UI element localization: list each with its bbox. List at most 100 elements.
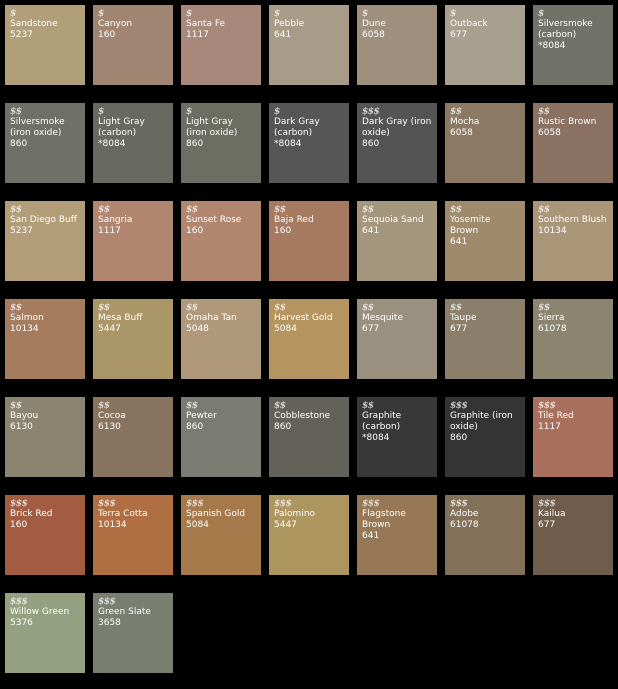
swatch-color-code: 641 — [274, 30, 292, 40]
price-tier-label: $$ — [274, 401, 286, 411]
color-swatch[interactable]: $$ Graphite (carbon) *8084 — [357, 397, 437, 477]
color-swatch[interactable]: $$ Mesa Buff 5447 — [93, 299, 173, 379]
price-tier-label: $$$ — [538, 499, 556, 509]
price-tier-label: $$ — [10, 107, 22, 117]
color-swatch[interactable]: $$ Sequoia Sand 641 — [357, 201, 437, 281]
swatch-color-code: 860 — [362, 139, 380, 149]
color-swatch[interactable]: $ Silversmoke (carbon) *8084 — [533, 5, 613, 85]
color-swatch[interactable]: $$ Mocha 6058 — [445, 103, 525, 183]
color-swatch[interactable]: $$$ Brick Red 160 — [5, 495, 85, 575]
swatch-color-name: Tile Red — [538, 411, 574, 421]
color-swatch[interactable]: $$ Pewter 860 — [181, 397, 261, 477]
color-swatch[interactable]: $$ Salmon 10134 — [5, 299, 85, 379]
swatch-color-name: Palomino — [274, 509, 316, 519]
color-swatch[interactable]: $$ Cobblestone 860 — [269, 397, 349, 477]
swatch-color-code: 6058 — [450, 128, 473, 138]
price-tier-label: $ — [186, 9, 192, 19]
color-swatch[interactable]: $$$ Dark Gray (iron oxide) 860 — [357, 103, 437, 183]
color-swatch[interactable]: $ Santa Fe 1117 — [181, 5, 261, 85]
swatch-color-code: 860 — [274, 422, 292, 432]
swatch-color-name: Yosemite Brown — [450, 215, 491, 236]
color-swatch[interactable]: $$ Sangria 1117 — [93, 201, 173, 281]
color-swatch[interactable]: $ Dune 6058 — [357, 5, 437, 85]
color-swatch[interactable]: $$$ Spanish Gold 5084 — [181, 495, 261, 575]
swatch-color-code: 6058 — [538, 128, 561, 138]
price-tier-label: $$$ — [186, 499, 204, 509]
swatch-color-name: Sequoia Sand — [362, 215, 424, 225]
color-swatch[interactable]: $$ Sierra 61078 — [533, 299, 613, 379]
color-swatch[interactable]: $$$ Palomino 5447 — [269, 495, 349, 575]
price-tier-label: $$ — [450, 303, 462, 313]
swatch-color-name: Sandstone — [10, 19, 58, 29]
swatch-color-code: 677 — [538, 520, 556, 530]
price-tier-label: $$ — [538, 107, 550, 117]
swatch-color-code: 5237 — [10, 226, 33, 236]
swatch-color-code: 160 — [186, 226, 204, 236]
color-swatch[interactable]: $ Outback 677 — [445, 5, 525, 85]
swatch-color-name: Cobblestone — [274, 411, 331, 421]
color-swatch[interactable]: $ Sandstone 5237 — [5, 5, 85, 85]
swatch-color-code: 677 — [450, 30, 468, 40]
color-swatch[interactable]: $$ Sunset Rose 160 — [181, 201, 261, 281]
color-swatch[interactable]: $$ Mesquite 677 — [357, 299, 437, 379]
swatch-color-code: 1117 — [538, 422, 561, 432]
color-swatch[interactable]: $$ Taupe 677 — [445, 299, 525, 379]
swatch-color-name: Green Slate — [98, 607, 151, 617]
price-tier-label: $$$ — [538, 401, 556, 411]
color-swatch[interactable]: $$$ Willow Green 5376 — [5, 593, 85, 673]
color-swatch[interactable]: $$$ Green Slate 3658 — [93, 593, 173, 673]
color-swatch[interactable]: $$ Cocoa 6130 — [93, 397, 173, 477]
swatch-color-name: Taupe — [450, 313, 477, 323]
swatch-color-name: San Diego Buff — [10, 215, 77, 225]
price-tier-label: $$ — [186, 205, 198, 215]
color-swatch[interactable]: $ Pebble 641 — [269, 5, 349, 85]
swatch-color-name: Silversmoke (carbon) — [538, 19, 593, 40]
color-swatch[interactable]: $$ Silversmoke (iron oxide) 860 — [5, 103, 85, 183]
color-swatch[interactable]: $$ Southern Blush 10134 — [533, 201, 613, 281]
price-tier-label: $ — [186, 107, 192, 117]
price-tier-label: $$ — [10, 205, 22, 215]
price-tier-label: $$$ — [10, 597, 28, 607]
price-tier-label: $$$ — [274, 499, 292, 509]
color-swatch[interactable]: $$$ Tile Red 1117 — [533, 397, 613, 477]
swatch-color-name: Graphite (carbon) — [362, 411, 402, 432]
price-tier-label: $$ — [538, 303, 550, 313]
color-swatch[interactable]: $$ Baja Red 160 — [269, 201, 349, 281]
color-swatch[interactable]: $$ Yosemite Brown 641 — [445, 201, 525, 281]
price-tier-label: $$ — [10, 303, 22, 313]
color-swatch[interactable]: $$ Bayou 6130 — [5, 397, 85, 477]
swatch-color-code: 3658 — [98, 618, 121, 628]
price-tier-label: $$ — [98, 205, 110, 215]
swatch-color-code: 10134 — [98, 520, 127, 530]
color-swatch[interactable]: $$ San Diego Buff 5237 — [5, 201, 85, 281]
swatch-color-code: 10134 — [10, 324, 39, 334]
swatch-color-name: Mocha — [450, 117, 480, 127]
color-swatch[interactable]: $$$ Kailua 677 — [533, 495, 613, 575]
color-swatch[interactable]: $ Light Gray (carbon) *8084 — [93, 103, 173, 183]
swatch-color-name: Cocoa — [98, 411, 126, 421]
color-swatch[interactable]: $ Light Gray (iron oxide) 860 — [181, 103, 261, 183]
price-tier-label: $$ — [450, 205, 462, 215]
color-swatch[interactable]: $$$ Terra Cotta 10134 — [93, 495, 173, 575]
swatch-color-name: Pewter — [186, 411, 217, 421]
color-swatch[interactable]: $$$ Graphite (iron oxide) 860 — [445, 397, 525, 477]
color-swatch[interactable]: $$$ Adobe 61078 — [445, 495, 525, 575]
color-swatch[interactable]: $ Dark Gray (carbon) *8084 — [269, 103, 349, 183]
price-tier-label: $$ — [362, 303, 374, 313]
swatch-color-name: Canyon — [98, 19, 133, 29]
swatch-color-code: 860 — [186, 422, 204, 432]
color-swatch[interactable]: $$ Harvest Gold 5084 — [269, 299, 349, 379]
price-tier-label: $ — [362, 9, 368, 19]
color-swatch[interactable]: $ Canyon 160 — [93, 5, 173, 85]
swatch-color-code: 641 — [362, 531, 380, 541]
swatch-color-code: 677 — [362, 324, 380, 334]
swatch-color-name: Baja Red — [274, 215, 314, 225]
swatch-color-code: 5048 — [186, 324, 209, 334]
color-swatch[interactable]: $$ Rustic Brown 6058 — [533, 103, 613, 183]
color-swatch[interactable]: $$$ Flagstone Brown 641 — [357, 495, 437, 575]
swatch-color-name: Light Gray (carbon) — [98, 117, 145, 138]
swatch-color-code: 10134 — [538, 226, 567, 236]
color-swatch[interactable]: $$ Omaha Tan 5048 — [181, 299, 261, 379]
swatch-color-code: 641 — [450, 237, 468, 247]
price-tier-label: $$$ — [98, 597, 116, 607]
